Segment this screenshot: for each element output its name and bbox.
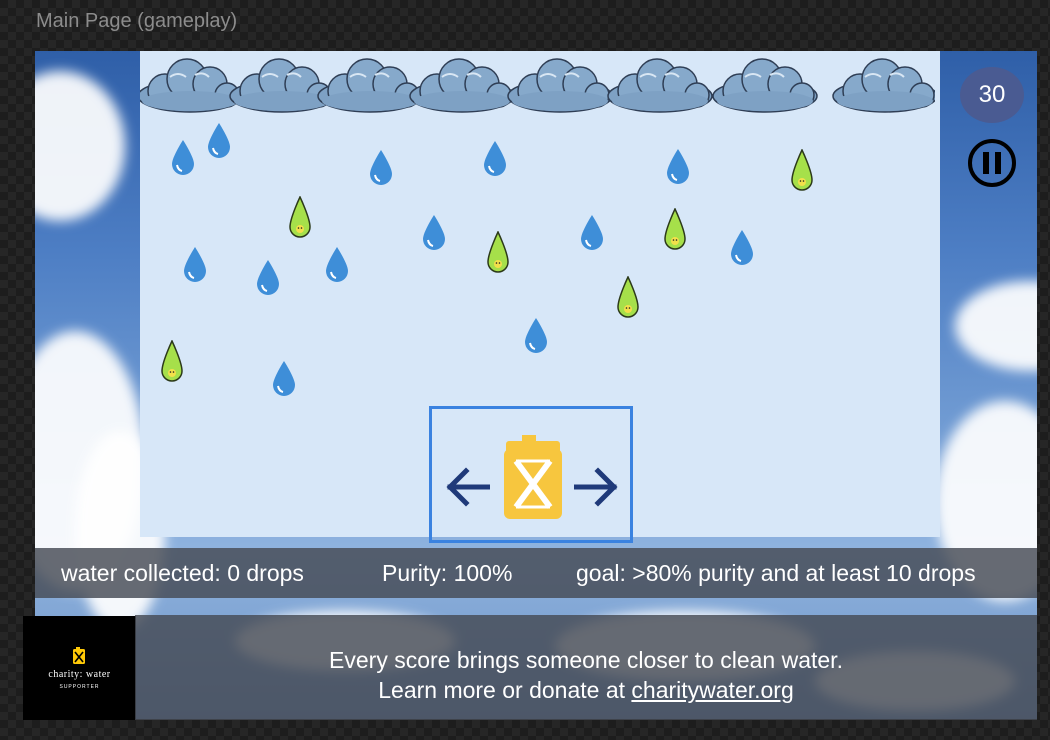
charity-water-badge[interactable]: charity: water SUPPORTER [23, 616, 136, 720]
polluted-drop [791, 149, 813, 191]
water-drop [370, 150, 392, 185]
water-drop [172, 140, 194, 175]
polluted-drop [487, 231, 509, 273]
water-drop [581, 215, 603, 250]
water-drop [731, 230, 753, 265]
jerry-can-icon [504, 435, 562, 519]
footer-banner: Every score brings someone closer to cle… [135, 615, 1037, 720]
frame-title: Main Page (gameplay) [36, 10, 238, 32]
arrow-left-icon[interactable] [444, 467, 490, 507]
goal-text: goal: >80% purity and at least 10 drops [576, 560, 976, 586]
pause-icon[interactable] [967, 138, 1017, 188]
polluted-drop [664, 208, 686, 250]
water-drop [208, 123, 230, 158]
player-bucket[interactable] [429, 406, 633, 543]
timer-badge: 30 [960, 67, 1024, 123]
water-drop [484, 141, 506, 176]
footer-donate-line: Learn more or donate at charitywater.org [135, 677, 1037, 704]
water-drop [525, 318, 547, 353]
water-drop [423, 215, 445, 250]
jerry-can-logo-icon [73, 647, 85, 664]
footer-donate-prefix: Learn more or donate at [378, 677, 632, 703]
polluted-drop [161, 340, 183, 382]
pause-button[interactable] [967, 138, 1017, 188]
water-drop [667, 149, 689, 184]
status-bar: water collected: 0 drops Purity: 100% go… [35, 548, 1037, 598]
water-drop [257, 260, 279, 295]
charitywater-link[interactable]: charitywater.org [631, 677, 793, 703]
badge-brand: charity: water [48, 669, 111, 680]
water-drop [273, 361, 295, 396]
footer-message: Every score brings someone closer to cle… [329, 647, 843, 673]
water-drop [326, 247, 348, 282]
water-drop [184, 247, 206, 282]
arrow-right-icon[interactable] [574, 467, 620, 507]
polluted-drop [289, 196, 311, 238]
purity-text: Purity: 100% [382, 560, 513, 586]
cloud-row [140, 58, 935, 113]
polluted-drop [617, 276, 639, 318]
badge-sub: SUPPORTER [59, 684, 100, 690]
water-collected-text: water collected: 0 drops [61, 560, 304, 586]
